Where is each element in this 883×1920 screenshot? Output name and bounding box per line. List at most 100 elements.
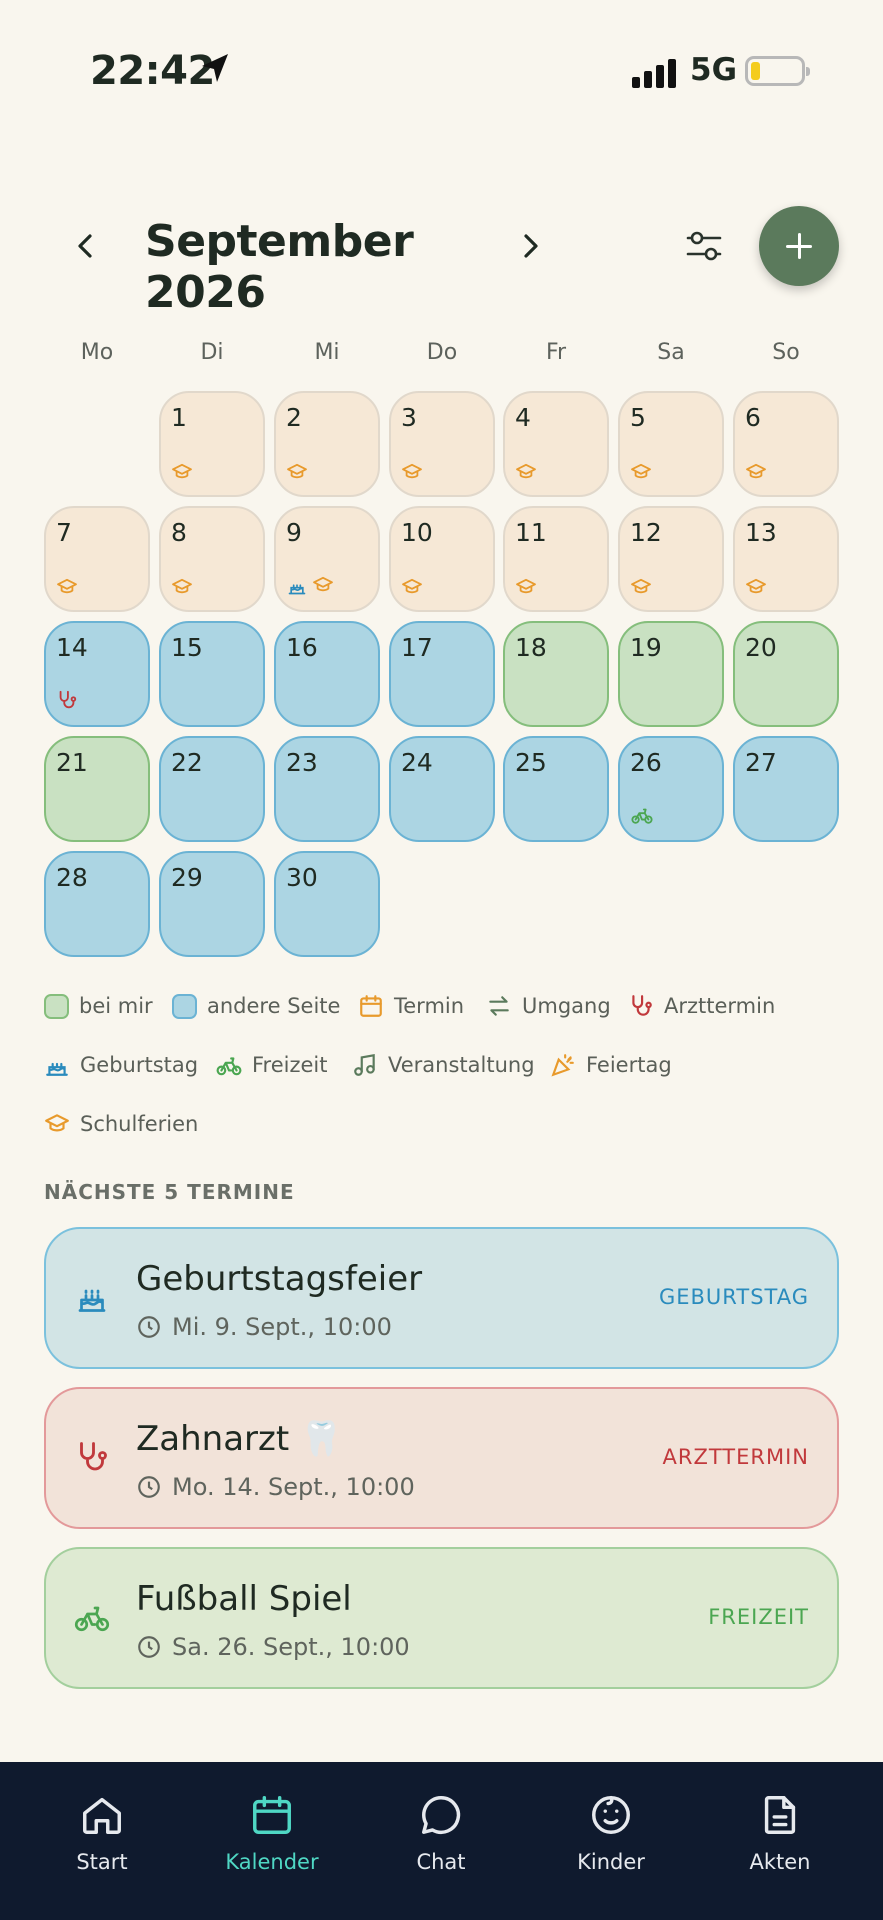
day-number: 7 bbox=[56, 518, 72, 547]
legend-item: Geburtstag bbox=[44, 1050, 198, 1080]
day-number: 22 bbox=[171, 748, 203, 777]
calendar-day-30[interactable]: 30 bbox=[274, 851, 380, 957]
swatch-other bbox=[172, 993, 197, 1019]
home-icon bbox=[83, 1797, 121, 1834]
tab-kinder[interactable]: Kinder bbox=[536, 1792, 686, 1892]
event-tag: ARZTTERMIN bbox=[662, 1445, 809, 1469]
legend-item: bei mir bbox=[44, 991, 153, 1021]
calendar-day-14[interactable]: 14 bbox=[44, 621, 150, 727]
day-event-icons bbox=[401, 578, 423, 600]
bike-icon bbox=[74, 1599, 110, 1639]
event-card-doctor[interactable]: Zahnarzt 🦷 Mo. 14. Sept., 10:00 ARZTTERM… bbox=[44, 1387, 839, 1529]
legend-item: Feiertag bbox=[550, 1050, 672, 1080]
calendar-day-22[interactable]: 22 bbox=[159, 736, 265, 842]
calendar-day-9[interactable]: 9 bbox=[274, 506, 380, 612]
day-number: 15 bbox=[171, 633, 203, 662]
calendar-day-1[interactable]: 1 bbox=[159, 391, 265, 497]
graduation-cap-icon bbox=[44, 1111, 70, 1137]
graduation-cap-icon bbox=[630, 463, 652, 485]
event-datetime-text: Mo. 14. Sept., 10:00 bbox=[172, 1473, 415, 1501]
day-event-icons bbox=[286, 463, 308, 485]
bike-icon bbox=[216, 1052, 242, 1078]
legend-label: Feiertag bbox=[586, 1053, 672, 1077]
calendar-day-29[interactable]: 29 bbox=[159, 851, 265, 957]
calendar-day-28[interactable]: 28 bbox=[44, 851, 150, 957]
tab-akten[interactable]: Akten bbox=[705, 1792, 855, 1892]
calendar-grid: 1 2 3 4 5 6 7 8 9 10 11 12 13 14 15 16 17 18 19 20 21 22 23 24 2… bbox=[0, 0, 883, 960]
event-card-birthday[interactable]: Geburtstagsfeier Mi. 9. Sept., 10:00 GEB… bbox=[44, 1227, 839, 1369]
graduation-cap-icon bbox=[171, 578, 193, 600]
calendar-day-5[interactable]: 5 bbox=[618, 391, 724, 497]
chat-bubble-icon bbox=[422, 1796, 461, 1834]
day-number: 17 bbox=[401, 633, 433, 662]
day-event-icons bbox=[56, 578, 78, 600]
legend-label: Termin bbox=[394, 994, 465, 1018]
calendar-day-4[interactable]: 4 bbox=[503, 391, 609, 497]
calendar-day-2[interactable]: 2 bbox=[274, 391, 380, 497]
clock-icon bbox=[138, 1476, 160, 1498]
tab-calendar[interactable]: Kalender bbox=[197, 1792, 347, 1892]
calendar-day-18[interactable]: 18 bbox=[503, 621, 609, 727]
day-event-icons bbox=[515, 578, 537, 600]
graduation-cap-icon bbox=[745, 463, 767, 485]
day-number: 23 bbox=[286, 748, 318, 777]
calendar-day-15[interactable]: 15 bbox=[159, 621, 265, 727]
calendar-day-23[interactable]: 23 bbox=[274, 736, 380, 842]
day-event-icons bbox=[630, 578, 652, 600]
calendar-day-8[interactable]: 8 bbox=[159, 506, 265, 612]
graduation-cap-icon bbox=[515, 463, 537, 485]
day-number: 30 bbox=[286, 863, 318, 892]
clock-icon bbox=[138, 1636, 160, 1658]
day-event-icons bbox=[515, 463, 537, 485]
day-event-icons bbox=[171, 463, 193, 485]
tab-label: Akten bbox=[749, 1850, 811, 1874]
calendar-day-27[interactable]: 27 bbox=[733, 736, 839, 842]
calendar-day-12[interactable]: 12 bbox=[618, 506, 724, 612]
legend-label: Schulferien bbox=[80, 1112, 199, 1136]
day-number: 4 bbox=[515, 403, 531, 432]
day-number: 6 bbox=[745, 403, 761, 432]
child-face-icon bbox=[592, 1796, 630, 1834]
calendar-day-21[interactable]: 21 bbox=[44, 736, 150, 842]
calendar-day-25[interactable]: 25 bbox=[503, 736, 609, 842]
calendar-day-3[interactable]: 3 bbox=[389, 391, 495, 497]
event-title: Geburtstagsfeier bbox=[136, 1259, 423, 1299]
graduation-cap-icon bbox=[171, 463, 193, 485]
day-event-icons bbox=[745, 578, 767, 600]
stethoscope-icon bbox=[74, 1439, 110, 1479]
calendar-day-24[interactable]: 24 bbox=[389, 736, 495, 842]
legend-item: Termin bbox=[358, 991, 464, 1021]
day-event-icons bbox=[56, 689, 78, 715]
calendar-day-13[interactable]: 13 bbox=[733, 506, 839, 612]
calendar-day-7[interactable]: 7 bbox=[44, 506, 150, 612]
calendar-day-20[interactable]: 20 bbox=[733, 621, 839, 727]
swap-arrows-icon bbox=[486, 993, 512, 1019]
day-number: 5 bbox=[630, 403, 646, 432]
day-event-icons bbox=[171, 578, 193, 600]
calendar-day-26[interactable]: 26 bbox=[618, 736, 724, 842]
tab-label: Kalender bbox=[225, 1850, 319, 1874]
legend-item: Veranstaltung bbox=[352, 1050, 535, 1080]
calendar-day-17[interactable]: 17 bbox=[389, 621, 495, 727]
tab-chat[interactable]: Chat bbox=[366, 1792, 516, 1892]
swatch-mine bbox=[44, 993, 69, 1019]
event-datetime-text: Sa. 26. Sept., 10:00 bbox=[172, 1633, 410, 1661]
event-card-leisure[interactable]: Fußball Spiel Sa. 26. Sept., 10:00 FREIZ… bbox=[44, 1547, 839, 1689]
stethoscope-icon bbox=[56, 689, 78, 715]
birthday-cake-icon bbox=[74, 1279, 110, 1319]
calendar-icon bbox=[253, 1796, 291, 1834]
graduation-cap-icon bbox=[401, 578, 423, 600]
calendar-day-19[interactable]: 19 bbox=[618, 621, 724, 727]
calendar-day-6[interactable]: 6 bbox=[733, 391, 839, 497]
event-title: Zahnarzt 🦷 bbox=[136, 1419, 343, 1459]
calendar-day-16[interactable]: 16 bbox=[274, 621, 380, 727]
graduation-cap-icon bbox=[56, 578, 78, 600]
calendar-day-11[interactable]: 11 bbox=[503, 506, 609, 612]
day-number: 21 bbox=[56, 748, 88, 777]
tab-start[interactable]: Start bbox=[27, 1792, 177, 1892]
calendar-day-10[interactable]: 10 bbox=[389, 506, 495, 612]
tab-label: Chat bbox=[416, 1850, 466, 1874]
day-number: 10 bbox=[401, 518, 433, 547]
day-number: 25 bbox=[515, 748, 547, 777]
birthday-cake-icon bbox=[286, 576, 308, 600]
